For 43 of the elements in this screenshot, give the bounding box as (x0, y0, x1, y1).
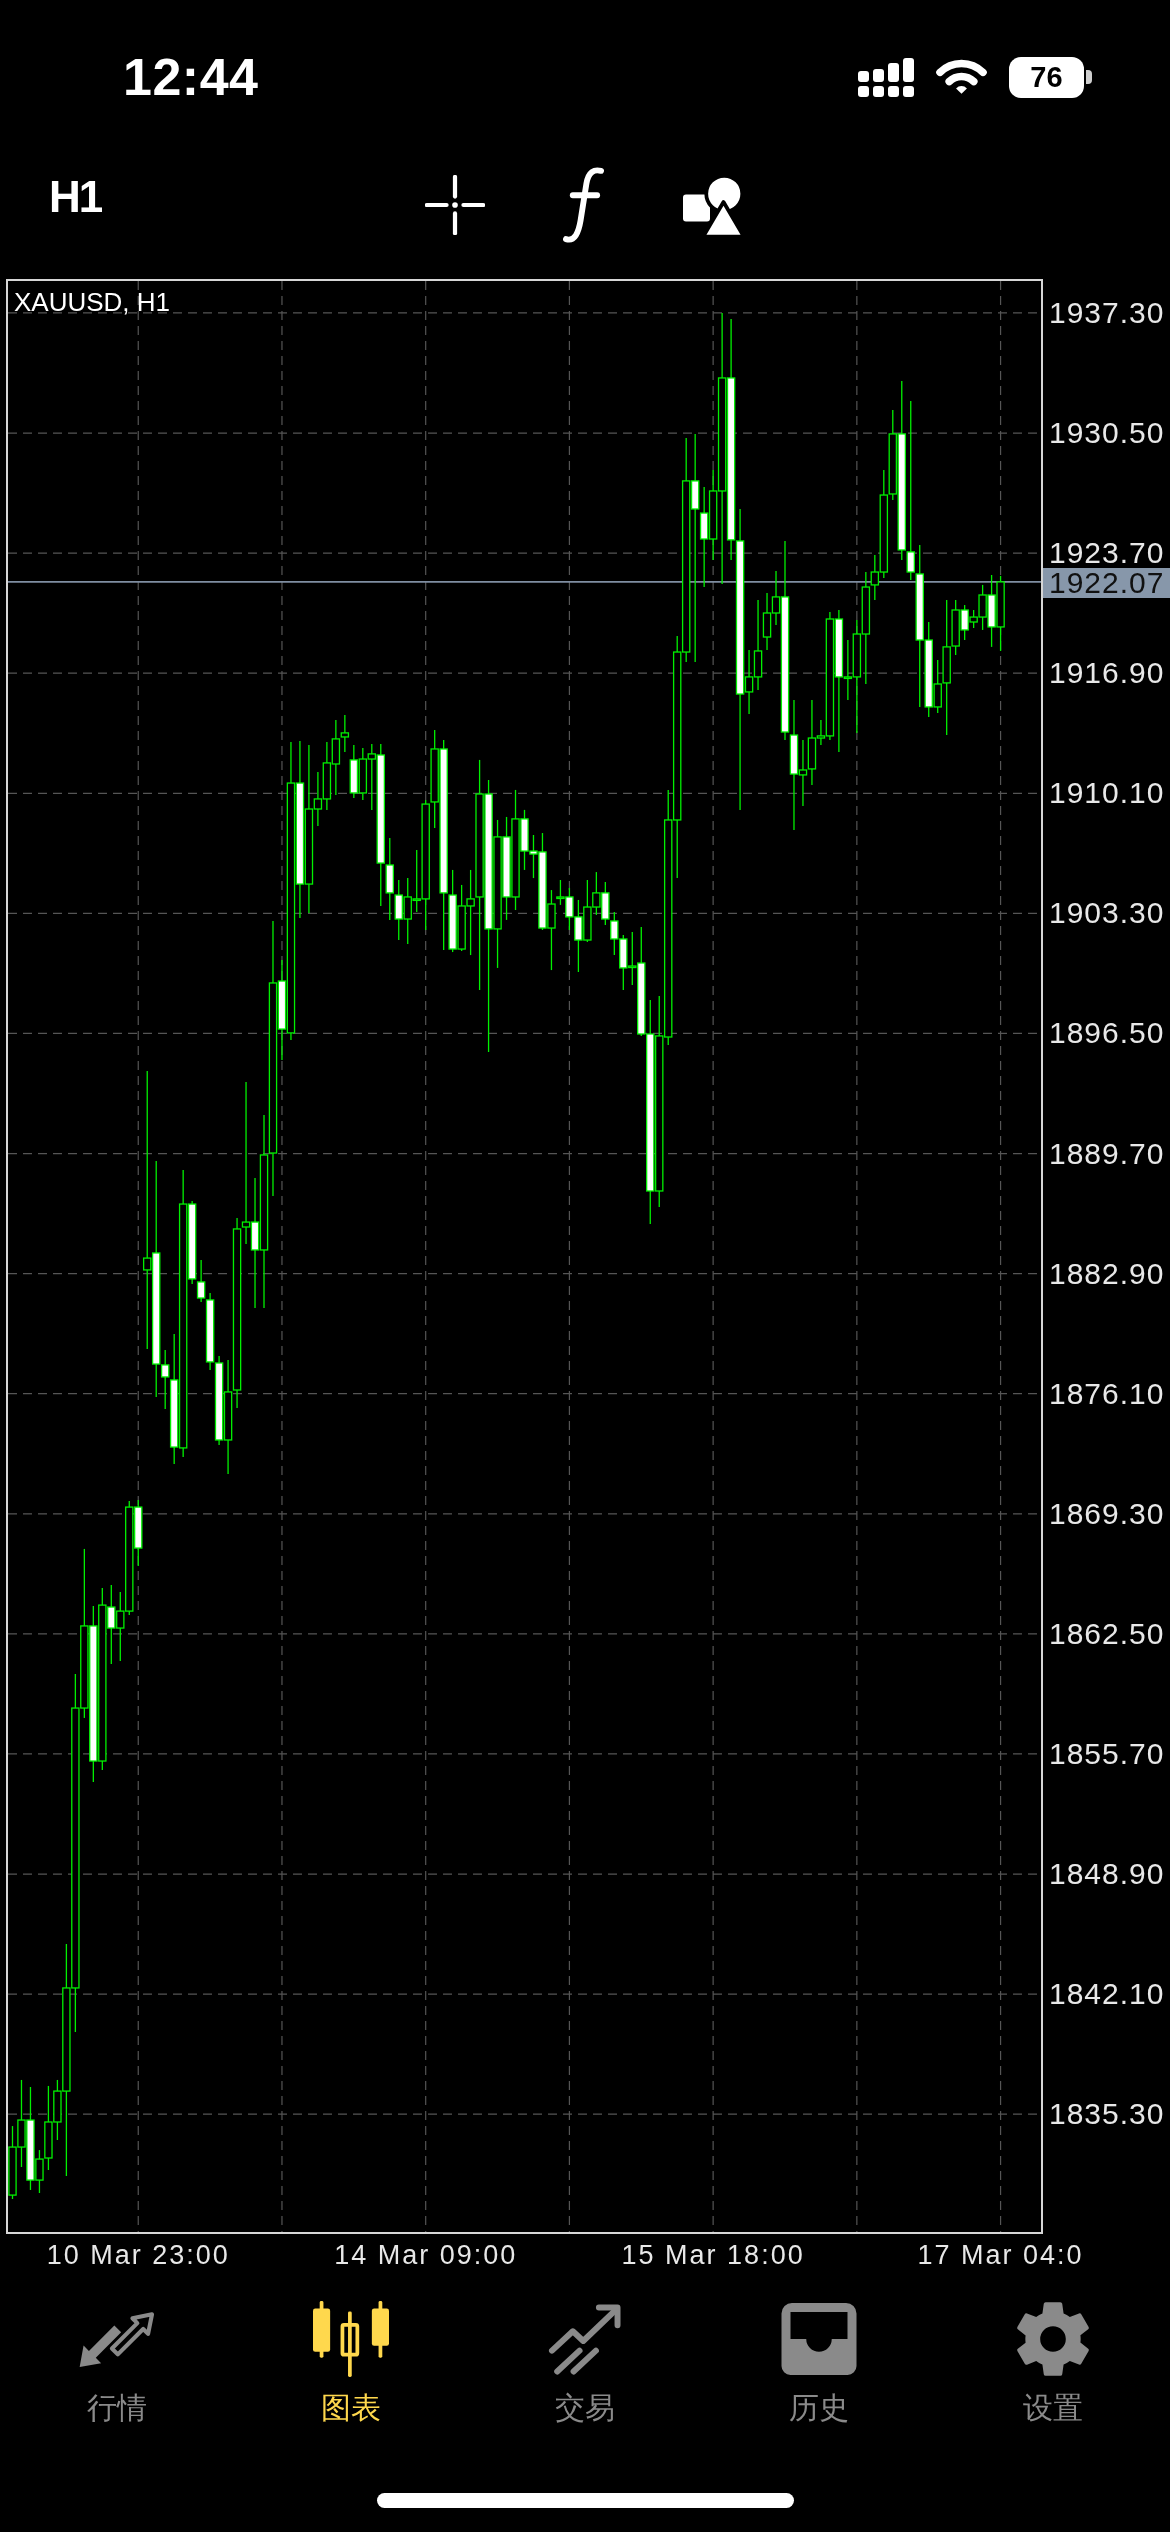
battery-level: 76 (1009, 56, 1084, 98)
double-arrow-icon (79, 2310, 155, 2368)
tab[interactable]: 行情 (79, 2301, 155, 2425)
price-label: 1876.10 (1049, 1379, 1165, 1408)
price-label: 1937.30 (1049, 298, 1165, 327)
candlestick (906, 400, 915, 581)
time-label: 17 Mar 04:0 (917, 2239, 1084, 2271)
price-label: 1855.70 (1049, 1739, 1165, 1768)
price-label: 1842.10 (1049, 1980, 1165, 2009)
current-price-tag: 1922.07 (1043, 567, 1170, 598)
candlestick (196, 1259, 206, 1303)
tab[interactable]: 交易 (547, 2301, 623, 2425)
price-label: 1835.30 (1049, 2100, 1165, 2129)
inbox-tray-icon (781, 2303, 857, 2375)
price-label: 1869.30 (1049, 1499, 1165, 1528)
candlestick-icon (313, 2301, 389, 2377)
chart-title: XAUUSD, H1 (14, 287, 171, 317)
price-label: 1923.70 (1049, 539, 1165, 568)
timeframe-button[interactable]: H1 (49, 174, 102, 220)
signal-icon (858, 57, 914, 97)
price-label: 1848.90 (1049, 1860, 1165, 1889)
price-label: 1862.50 (1049, 1619, 1165, 1648)
tab[interactable]: 历史 (781, 2301, 857, 2425)
crosshair-icon[interactable] (425, 175, 485, 235)
price-label: 1889.70 (1049, 1139, 1165, 1168)
trend-arrow-icon (547, 2302, 623, 2376)
price-label: 1896.50 (1049, 1019, 1165, 1048)
tab[interactable]: 设置 (1012, 2301, 1094, 2425)
price-label: 1930.50 (1049, 419, 1165, 448)
tab[interactable]: 图表 (313, 2301, 389, 2425)
function-icon[interactable] (562, 166, 605, 244)
price-label: 1903.30 (1049, 899, 1165, 928)
price-label: 1882.90 (1049, 1259, 1165, 1288)
status-time: 12:44 (123, 49, 259, 105)
wifi-icon (936, 59, 987, 95)
time-label: 10 Mar 23:00 (46, 2239, 230, 2271)
price-label: 1910.10 (1049, 779, 1165, 808)
battery-tip-icon (1086, 70, 1092, 84)
shapes-icon[interactable] (683, 175, 743, 235)
price-label: 1916.90 (1049, 659, 1165, 688)
time-label: 14 Mar 09:00 (334, 2239, 518, 2271)
candlestick (340, 714, 350, 753)
time-label: 15 Mar 18:00 (621, 2239, 805, 2271)
